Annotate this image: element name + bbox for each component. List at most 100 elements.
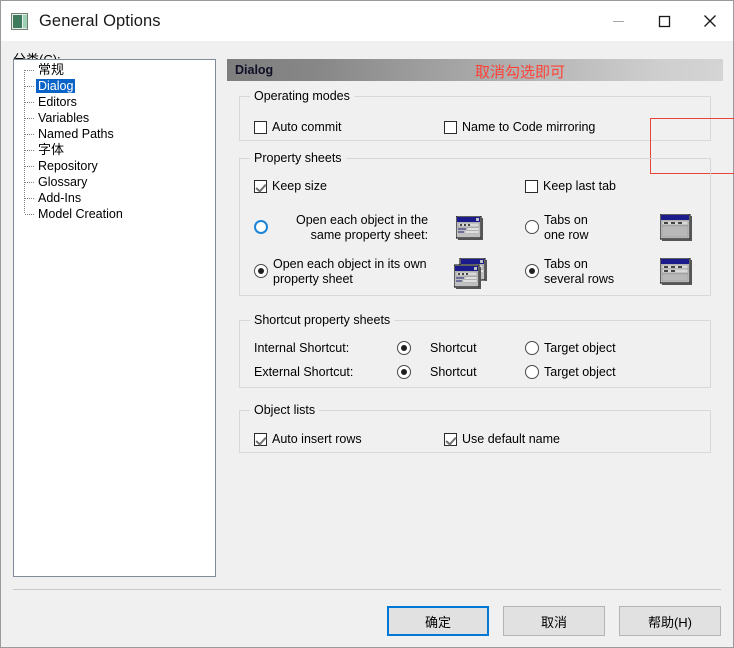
tree-item-model-creation[interactable]: Model Creation	[14, 206, 215, 222]
checkbox-box-icon	[254, 432, 267, 446]
radio-external-shortcut[interactable]: Shortcut	[397, 365, 477, 379]
preview-own-property-sheet-icon	[454, 258, 488, 290]
group-shortcut-property-sheets: Shortcut property sheets Internal Shortc…	[239, 313, 711, 388]
tree-item-dialog[interactable]: Dialog	[14, 78, 215, 94]
group-legend-property-sheets: Property sheets	[254, 151, 342, 165]
footer-button-row: 确定 取消 帮助(H)	[387, 606, 721, 636]
radio-label: Shortcut	[430, 365, 477, 379]
title-bar: General Options	[1, 1, 733, 41]
radio-tabs-several-rows[interactable]: Tabs on several rows	[525, 257, 614, 287]
tree-item-label: Dialog	[36, 79, 76, 93]
radio-internal-shortcut[interactable]: Shortcut	[397, 341, 477, 355]
tree-item-editors[interactable]: Editors	[14, 94, 215, 110]
tree-item-glossary[interactable]: Glossary	[14, 174, 215, 190]
checkbox-label: Keep last tab	[543, 179, 616, 193]
radio-label-line2: one row	[544, 228, 589, 242]
radio-tabs-one-row[interactable]: Tabs on one row	[525, 213, 588, 243]
checkbox-keep-last-tab[interactable]: Keep last tab	[525, 179, 616, 193]
radio-circle-icon	[254, 264, 268, 278]
checkbox-keep-size[interactable]: Keep size	[254, 179, 327, 193]
checkbox-box-icon	[254, 179, 267, 193]
maximize-icon[interactable]	[641, 1, 687, 41]
radio-label-line1: Open each object in its own	[273, 257, 427, 271]
checkbox-label: Use default name	[462, 432, 560, 446]
radio-label-line1: Open each object in the	[296, 213, 429, 227]
checkbox-use-default-name[interactable]: Use default name	[444, 432, 560, 446]
label-external-shortcut: External Shortcut:	[254, 365, 353, 379]
group-legend-operating-modes: Operating modes	[254, 89, 350, 103]
tree-item-label: 字体	[38, 142, 65, 157]
help-button[interactable]: 帮助(H)	[619, 606, 721, 636]
minimize-icon[interactable]	[595, 1, 641, 41]
radio-circle-icon	[525, 341, 539, 355]
tree-item-label: Variables	[38, 111, 90, 125]
group-legend-shortcut-property-sheets: Shortcut property sheets	[254, 313, 391, 327]
group-property-sheets: Property sheets Keep size Keep last tab …	[239, 151, 711, 296]
preview-tabs-one-row-icon	[660, 214, 693, 242]
radio-label-line2: same property sheet:	[310, 228, 429, 242]
radio-label-line2: several rows	[544, 272, 615, 286]
ok-button[interactable]: 确定	[387, 606, 489, 636]
dialog-content: 分类(C): 常规 Dialog Editors Variables Named…	[1, 41, 734, 647]
panel-header-title: Dialog	[235, 63, 274, 77]
checkbox-auto-insert-rows[interactable]: Auto insert rows	[254, 432, 362, 446]
label-text: External Shortcut:	[254, 365, 354, 379]
tree-item-label: Repository	[38, 159, 98, 173]
panel-header: Dialog 取消勾选即可	[227, 59, 723, 81]
checkbox-box-icon	[254, 120, 267, 134]
radio-label: Target object	[544, 341, 616, 355]
window-controls	[595, 1, 733, 41]
options-panel: Dialog 取消勾选即可 Operating modes Auto commi…	[227, 59, 734, 469]
tree-item-variables[interactable]: Variables	[14, 110, 215, 126]
cancel-button[interactable]: 取消	[503, 606, 605, 636]
checkbox-label: Keep size	[272, 179, 327, 193]
radio-label-line2: property sheet	[273, 272, 353, 286]
radio-open-own-property-sheet[interactable]: Open each object in its own property she…	[254, 257, 427, 287]
radio-label-line1: Tabs on	[544, 257, 588, 271]
tree-item-named-paths[interactable]: Named Paths	[14, 126, 215, 142]
footer-separator	[13, 589, 721, 590]
preview-same-property-sheet-icon	[456, 216, 484, 241]
checkbox-auto-commit[interactable]: Auto commit	[254, 120, 341, 134]
label-text: Internal Shortcut:	[254, 341, 350, 355]
group-operating-modes: Operating modes Auto commit Name to Code…	[239, 89, 711, 141]
radio-circle-icon	[397, 341, 411, 355]
tree-item-label: Add-Ins	[38, 191, 82, 205]
radio-circle-icon	[397, 365, 411, 379]
radio-label: Shortcut	[430, 341, 477, 355]
radio-open-same-property-sheet[interactable]: Open each object in the same property sh…	[254, 213, 428, 243]
panel-body: Operating modes Auto commit Name to Code…	[227, 81, 734, 469]
checkbox-name-to-code-mirroring[interactable]: Name to Code mirroring	[444, 120, 595, 134]
checkbox-label: Auto insert rows	[272, 432, 362, 446]
radio-circle-icon	[525, 365, 539, 379]
tree-item-label: Glossary	[38, 175, 88, 189]
tree-item-label: Named Paths	[38, 127, 114, 141]
radio-circle-icon	[254, 220, 268, 234]
radio-label-line1: Tabs on	[544, 213, 588, 227]
close-icon[interactable]	[687, 1, 733, 41]
tree-item-general[interactable]: 常规	[14, 62, 215, 78]
app-icon	[11, 12, 28, 30]
checkbox-box-icon	[444, 432, 457, 446]
group-legend-object-lists: Object lists	[254, 403, 316, 417]
tree-item-label: Model Creation	[38, 207, 123, 221]
radio-circle-icon	[525, 264, 539, 278]
preview-tabs-several-rows-icon	[660, 258, 693, 286]
radio-internal-target-object[interactable]: Target object	[525, 341, 616, 355]
label-internal-shortcut: Internal Shortcut:	[254, 341, 349, 355]
tree-item-label: Editors	[38, 95, 77, 109]
category-tree[interactable]: 常规 Dialog Editors Variables Named Paths …	[13, 59, 216, 577]
radio-circle-icon	[525, 220, 539, 234]
tree-item-fonts[interactable]: 字体	[14, 142, 215, 158]
checkbox-box-icon	[525, 179, 538, 193]
checkbox-box-icon	[444, 120, 457, 134]
tree-item-add-ins[interactable]: Add-Ins	[14, 190, 215, 206]
red-annotation-text: 取消勾选即可	[475, 64, 566, 81]
checkbox-label: Auto commit	[272, 120, 342, 134]
tree-item-repository[interactable]: Repository	[14, 158, 215, 174]
window-title: General Options	[39, 11, 161, 30]
tree-item-label: 常规	[38, 62, 65, 77]
radio-external-target-object[interactable]: Target object	[525, 365, 616, 379]
radio-label: Target object	[544, 365, 616, 379]
group-object-lists: Object lists Auto insert rows Use defaul…	[239, 403, 711, 453]
